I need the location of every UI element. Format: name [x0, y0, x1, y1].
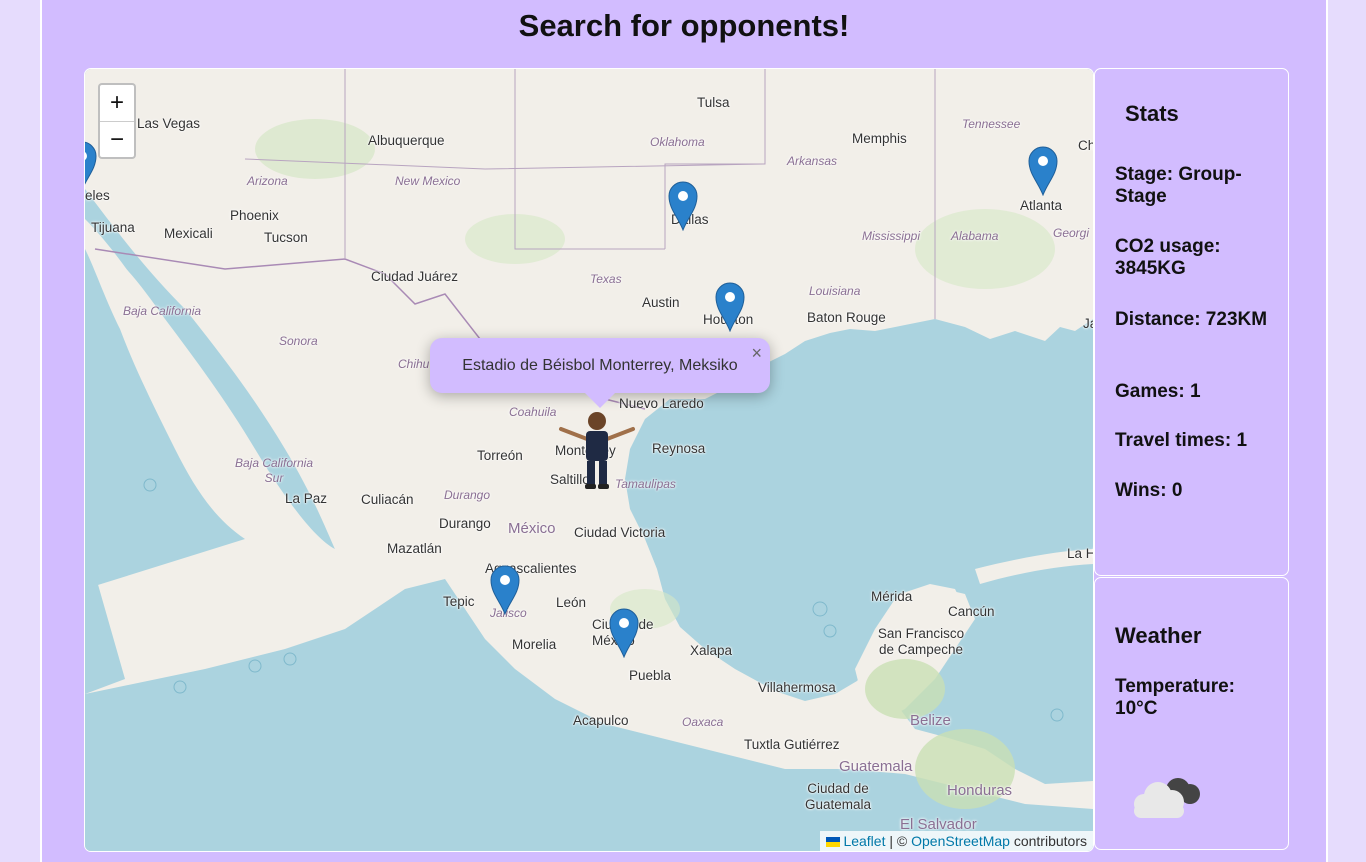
map-label-xalapa: Xalapa	[690, 643, 733, 658]
map-label-tulsa: Tulsa	[697, 95, 730, 110]
weather-panel: Weather Temperature: 10°C	[1094, 577, 1289, 850]
zoom-out-button[interactable]: −	[100, 122, 134, 158]
map-region-arkansas: Arkansas	[787, 154, 838, 168]
map-label-villahermosa: Villahermosa	[758, 680, 836, 695]
location-popup: Estadio de Béisbol Monterrey, Meksiko ×	[430, 338, 770, 408]
map-view[interactable]: Las Vegas Albuquerque Tulsa Memphis Phoe…	[84, 68, 1094, 852]
map-label-belize: Belize	[910, 712, 951, 729]
popup-location-text: Estadio de Béisbol Monterrey, Meksiko	[462, 357, 738, 374]
map-label-albuquerque: Albuquerque	[368, 133, 445, 148]
map-label-la-habana: La H	[1067, 546, 1094, 561]
map-marker-dallas-icon[interactable]	[668, 181, 698, 231]
map-region-texas: Texas	[590, 272, 622, 286]
stats-panel: Stats Stage: Group-Stage CO2 usage: 3845…	[1094, 68, 1289, 576]
stat-distance: Distance: 723KM	[1115, 309, 1268, 330]
map-label-ciudad-victoria: Ciudad Victoria	[574, 525, 666, 540]
map-region-sonora: Sonora	[279, 334, 318, 348]
page-title: Search for opponents!	[518, 8, 850, 43]
attribution-separator: | ©	[885, 833, 912, 849]
player-avatar-icon[interactable]	[557, 407, 637, 491]
map-region-durango: Durango	[444, 488, 491, 502]
ukraine-flag-icon	[825, 837, 840, 847]
leaflet-link[interactable]: Leaflet	[843, 833, 885, 849]
popup-close-icon[interactable]: ×	[751, 343, 762, 364]
map-label-tijuana: Tijuana	[91, 220, 135, 235]
map-label-puebla: Puebla	[629, 668, 672, 683]
weather-temperature: Temperature: 10°C	[1115, 676, 1236, 719]
map-label-cancun: Cancún	[948, 604, 995, 619]
map-region-baja-california: Baja California	[123, 304, 202, 318]
map-label-torreon: Torreón	[477, 448, 523, 463]
map-label-morelia: Morelia	[512, 637, 557, 652]
map-region-georgia: Georgi	[1053, 226, 1090, 240]
map-label-phoenix: Phoenix	[230, 208, 279, 223]
zoom-control: + −	[98, 83, 136, 159]
map-label-mazatlan: Mazatlán	[387, 541, 442, 556]
map-label-culiacan: Culiacán	[361, 492, 414, 507]
cloudy-icon	[1134, 778, 1200, 818]
map-label-honduras: Honduras	[947, 782, 1013, 799]
stat-travel-times: Travel times: 1	[1115, 430, 1248, 451]
map-label-san-francisco-de-campeche: San Francisco de Campeche	[877, 626, 965, 657]
stat-co2-usage: CO2 usage: 3845KG	[1115, 236, 1221, 279]
zoom-in-button[interactable]: +	[100, 85, 134, 122]
map-label-tucson: Tucson	[264, 230, 308, 245]
map-label-guatemala: Guatemala	[839, 758, 913, 775]
openstreetmap-link[interactable]: OpenStreetMap	[911, 833, 1010, 849]
stat-stage: Stage: Group-Stage	[1115, 164, 1242, 207]
map-label-durango: Durango	[439, 516, 491, 531]
map-label-charlotte: Ch	[1078, 138, 1094, 153]
attribution-contributors: contributors	[1009, 833, 1087, 849]
map-label-las-vegas: Las Vegas	[137, 116, 201, 131]
map-region-new-mexico: New Mexico	[395, 174, 461, 188]
map-label-baton-rouge: Baton Rouge	[807, 310, 886, 325]
map-label-reynosa: Reynosa	[652, 441, 706, 456]
map-label-ciudad-juarez: Ciudad Juárez	[371, 269, 459, 284]
map-region-tennessee: Tennessee	[962, 117, 1021, 131]
map-region-mississippi: Mississippi	[862, 229, 921, 243]
map-label-ciudad-de-guatemala: Ciudad de Guatemala	[804, 781, 872, 812]
map-region-oklahoma: Oklahoma	[650, 135, 705, 149]
map-marker-guadalajara-icon[interactable]	[490, 565, 520, 615]
weather-heading: Weather	[1115, 623, 1202, 648]
map-attribution: Leaflet | © OpenStreetMap contributors	[819, 831, 1093, 851]
map-marker-atlanta-icon[interactable]	[1028, 146, 1058, 196]
map-marker-mexico-city-icon[interactable]	[609, 608, 639, 658]
map-label-tepic: Tepic	[443, 594, 475, 609]
map-marker-los-angeles-icon[interactable]	[84, 141, 97, 191]
stat-games: Games: 1	[1115, 381, 1201, 402]
map-label-merida: Mérida	[871, 589, 913, 604]
stats-heading: Stats	[1125, 101, 1179, 126]
map-label-la-paz: La Paz	[285, 491, 328, 506]
map-label-leon: León	[556, 595, 587, 610]
map-label-mexicali: Mexicali	[164, 226, 213, 241]
map-label-tuxtla-gutierrez: Tuxtla Gutiérrez	[744, 737, 840, 752]
map-region-arizona: Arizona	[247, 174, 288, 188]
map-label-chihuahua: Chihu	[398, 357, 430, 371]
map-region-coahuila: Coahuila	[509, 405, 557, 419]
popup-tip	[585, 393, 615, 408]
page-container: Search for opponents! Las Vegas Albuquer…	[40, 0, 1328, 862]
map-label-acapulco: Acapulco	[573, 713, 629, 728]
map-marker-houston-icon[interactable]	[715, 282, 745, 332]
map-label-memphis: Memphis	[852, 131, 907, 146]
map-label-austin: Austin	[642, 295, 680, 310]
map-label-mexico: México	[508, 520, 556, 537]
map-label-jacksonville: Ja	[1083, 316, 1093, 331]
map-region-baja-california-sur: Baja California Sur	[234, 456, 314, 485]
map-region-alabama: Alabama	[951, 229, 999, 243]
map-label-atlanta: Atlanta	[1020, 198, 1063, 213]
stat-wins: Wins: 0	[1115, 480, 1183, 501]
map-region-oaxaca: Oaxaca	[682, 715, 724, 729]
map-region-louisiana: Louisiana	[809, 284, 861, 298]
